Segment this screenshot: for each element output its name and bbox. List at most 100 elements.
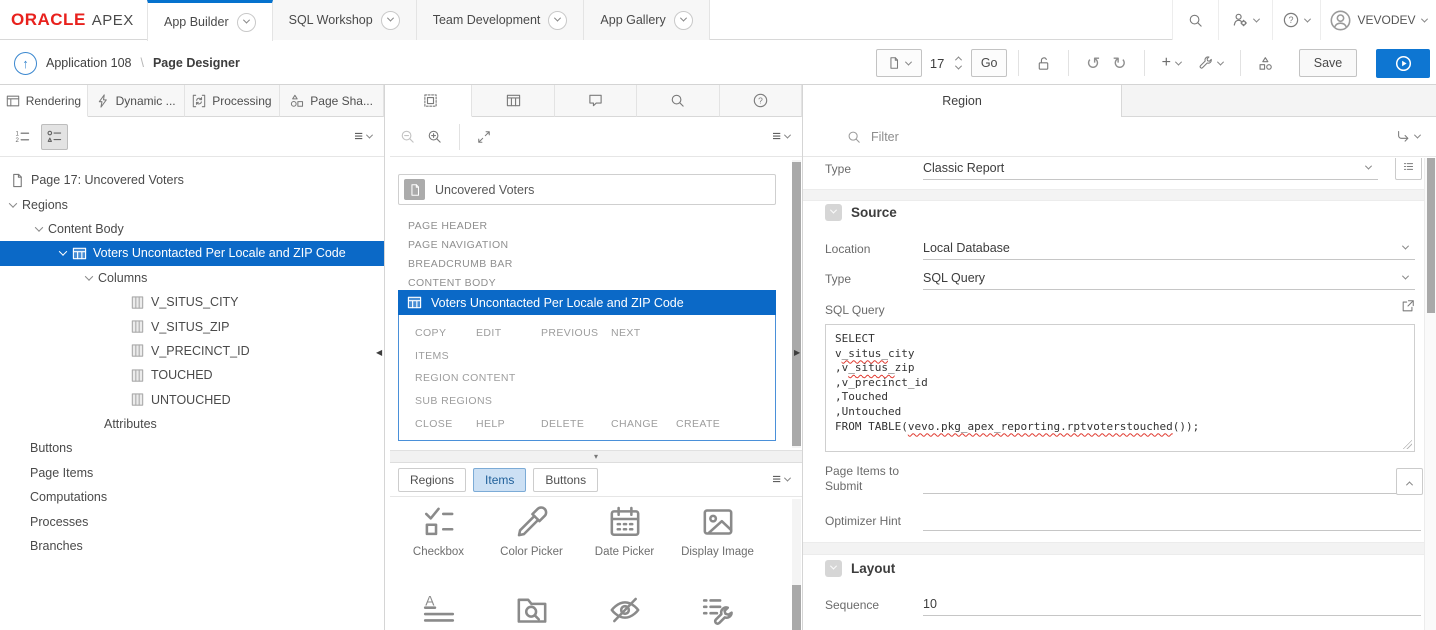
gallery-item-display-only[interactable]: A (392, 593, 485, 627)
tree-node-voters-uncontacted-per-locale-and-zip-code[interactable]: Voters Uncontacted Per Locale and ZIP Co… (0, 241, 384, 266)
tree-node-v-precinct-id[interactable]: V_PRECINCT_ID (0, 339, 384, 363)
collapse-section-icon[interactable] (825, 204, 842, 221)
shared-components-button[interactable] (1252, 49, 1279, 77)
field-value-location[interactable]: Local Database (923, 241, 1010, 255)
tree-node-computations[interactable]: Computations (0, 485, 384, 509)
region-position-items[interactable]: ITEMS (415, 350, 449, 362)
region-position-next[interactable]: NEXT (611, 327, 676, 339)
tab-app-gallery[interactable]: App Gallery (583, 0, 710, 40)
zoom-out-button[interactable] (394, 122, 421, 151)
gallery-item-date-picker[interactable]: Date Picker (578, 505, 671, 558)
redo-button[interactable]: ↻ (1106, 49, 1133, 77)
lock-button[interactable] (1030, 49, 1058, 77)
tree-node-buttons[interactable]: Buttons (0, 436, 384, 460)
type-list-button[interactable] (1395, 158, 1422, 180)
gallery-item-display-image[interactable]: Display Image (671, 505, 764, 558)
sql-query-editor[interactable]: SELECT v_situs_city ,v_situs_zip ,v_prec… (825, 324, 1415, 452)
gallery-splitter[interactable]: ▾ (390, 450, 802, 463)
tree-node-v-situs-city[interactable]: V_SITUS_CITY (0, 290, 384, 314)
resize-grip[interactable] (1403, 440, 1412, 449)
layout-slot-content-body[interactable]: CONTENT BODY (408, 277, 496, 289)
tab-messages[interactable] (554, 85, 638, 117)
region-position-create[interactable]: CREATE (676, 418, 746, 430)
up-to-application-icon[interactable]: ↑ (14, 51, 37, 75)
scrollbar-thumb[interactable] (1427, 158, 1435, 313)
expand-all-button[interactable] (471, 122, 497, 151)
expand-right-panel-handle[interactable]: ▶ (794, 349, 800, 357)
gallery-item-checkbox[interactable]: Checkbox (392, 505, 485, 558)
tab-team-development[interactable]: Team Development (415, 0, 585, 40)
region-position-region-content[interactable]: REGION CONTENT (415, 372, 516, 384)
region-position-delete[interactable]: DELETE (541, 418, 611, 430)
page-number-input[interactable] (922, 49, 953, 77)
property-scrollbar[interactable] (1424, 158, 1436, 630)
administration-menu-button[interactable] (1218, 0, 1272, 40)
create-menu-button[interactable]: + (1155, 49, 1187, 77)
field-value-source-type[interactable]: SQL Query (923, 271, 985, 285)
gallery-menu-button[interactable]: ≡ (772, 471, 792, 488)
zoom-in-button[interactable] (421, 122, 448, 151)
gallery-item-hidden[interactable] (578, 593, 671, 627)
tab-page-search[interactable] (637, 85, 720, 117)
tree-node-page-17-uncovered-voters[interactable]: Page 17: Uncovered Voters (0, 168, 384, 192)
tree-node-v-situs-zip[interactable]: V_SITUS_ZIP (0, 314, 384, 338)
tab-component-view[interactable] (472, 85, 555, 117)
gallery-tab-regions[interactable]: Regions (398, 467, 467, 492)
user-menu-button[interactable]: VEVODEV (1320, 0, 1436, 40)
go-button[interactable]: Go (971, 49, 1008, 77)
group-by-type-button[interactable] (41, 123, 68, 150)
save-button[interactable]: Save (1299, 49, 1357, 77)
region-position-help[interactable]: HELP (476, 418, 541, 430)
layout-slot-page-header[interactable]: PAGE HEADER (408, 220, 487, 232)
scrollbar-thumb[interactable] (792, 162, 801, 446)
help-menu-button[interactable]: ? (1272, 0, 1320, 40)
go-to-group-button[interactable] (1396, 130, 1422, 144)
region-position-copy[interactable]: COPY (415, 327, 476, 339)
gallery-tab-buttons[interactable]: Buttons (533, 467, 599, 492)
tab-page-sha[interactable]: Page Sha... (280, 85, 384, 117)
tree-node-content-body[interactable]: Content Body (0, 217, 384, 241)
tab-help[interactable]: ? (719, 85, 803, 117)
tab-sql-workshop[interactable]: SQL Workshop (271, 0, 417, 40)
region-position-previous[interactable]: PREVIOUS (541, 327, 611, 339)
collapse-left-panel-handle[interactable]: ◀ (376, 349, 382, 357)
undo-button[interactable]: ↺ (1080, 49, 1107, 77)
tree-node-page-items[interactable]: Page Items (0, 461, 384, 485)
gallery-item-color-picker[interactable]: Color Picker (485, 505, 578, 558)
field-value-sequence[interactable]: 10 (923, 597, 937, 611)
tree-node-attributes[interactable]: Attributes (0, 412, 384, 436)
tab-processing[interactable]: Processing (184, 85, 281, 117)
gallery-tab-items[interactable]: Items (473, 467, 527, 492)
tab-region[interactable]: Region (803, 85, 1122, 117)
layout-slot-breadcrumb-bar[interactable]: BREADCRUMB BAR (408, 258, 513, 270)
gallery-item-list-manager[interactable] (671, 593, 764, 627)
tree-node-branches[interactable]: Branches (0, 534, 384, 558)
layout-region-selected[interactable]: Voters Uncontacted Per Locale and ZIP Co… (398, 290, 776, 315)
open-code-editor-button[interactable] (1401, 299, 1415, 316)
layout-slot-page-navigation[interactable]: PAGE NAVIGATION (408, 239, 509, 251)
run-page-button[interactable] (1376, 48, 1430, 78)
canvas-scrollbar[interactable] (792, 160, 801, 448)
layout-page-node[interactable]: Uncovered Voters (398, 174, 776, 205)
gallery-scrollbar[interactable] (792, 499, 801, 630)
tree-node-untouched[interactable]: UNTOUCHED (0, 388, 384, 412)
scrollbar-thumb[interactable] (792, 585, 801, 630)
utilities-menu-button[interactable] (1193, 49, 1229, 77)
page-number-stepper[interactable] (952, 56, 965, 70)
field-value-region-type[interactable]: Classic Report (923, 161, 1004, 175)
order-by-sequence-button[interactable]: 12 (9, 123, 36, 150)
breadcrumb-application[interactable]: Application 108 (46, 56, 131, 70)
region-position-sub-regions[interactable]: SUB REGIONS (415, 395, 492, 407)
filter-input[interactable] (871, 129, 1171, 144)
tab-dynamic[interactable]: Dynamic ... (87, 85, 185, 117)
tree-node-touched[interactable]: TOUCHED (0, 363, 384, 387)
tree-node-regions[interactable]: Regions (0, 192, 384, 216)
tab-app-builder[interactable]: App Builder (147, 0, 273, 41)
layout-menu-button[interactable]: ≡ (772, 128, 792, 145)
page-selector-button[interactable] (876, 49, 923, 77)
tab-layout[interactable] (390, 85, 473, 117)
tree-menu-button[interactable]: ≡ (354, 128, 374, 145)
collapse-section-icon[interactable] (825, 560, 842, 577)
gallery-item-file-browse[interactable] (485, 593, 578, 627)
tab-rendering[interactable]: Rendering (0, 85, 88, 117)
